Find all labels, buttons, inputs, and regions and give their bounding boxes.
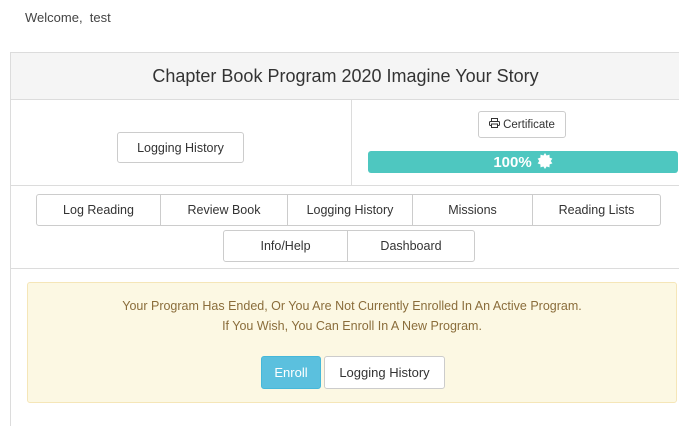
alert-line-2: If You Wish, You Can Enroll In A New Pro… [222,319,482,333]
nav-label: Review Book [187,203,261,217]
nav-dashboard[interactable]: Dashboard [347,230,475,262]
nav-reading-lists[interactable]: Reading Lists [532,194,661,226]
alert-logging-history-button[interactable]: Logging History [324,356,445,389]
certificate-badge-icon [537,152,553,172]
nav-label: Info/Help [260,239,311,253]
nav-label: Reading Lists [558,203,635,217]
welcome-text: Welcome, test [25,10,111,25]
logging-history-button[interactable]: Logging History [117,132,244,163]
nav-review-book[interactable]: Review Book [160,194,288,226]
program-panel: Chapter Book Program 2020 Imagine Your S… [10,52,679,426]
alert-logging-history-label: Logging History [339,365,430,380]
progress-bar: 100% [368,151,678,173]
program-title: Chapter Book Program 2020 Imagine Your S… [11,53,679,100]
nav-label: Missions [448,203,497,217]
nav-label: Logging History [306,203,394,217]
nav-log-reading[interactable]: Log Reading [36,194,161,226]
progress-text: 100% [493,153,532,171]
nav-logging-history[interactable]: Logging History [287,194,413,226]
program-nav: Log Reading Review Book Logging History … [11,186,679,269]
certificate-button-label: Certificate [503,118,555,131]
column-divider [351,100,352,185]
nav-missions[interactable]: Missions [412,194,533,226]
nav-info-help[interactable]: Info/Help [223,230,348,262]
logging-history-button-label: Logging History [137,140,224,155]
alert-line-1: Your Program Has Ended, Or You Are Not C… [122,299,582,313]
nav-label: Dashboard [380,239,442,253]
welcome-label: Welcome, [25,10,83,25]
program-ended-alert: Your Program Has Ended, Or You Are Not C… [27,282,677,403]
printer-icon [489,118,501,131]
certificate-button[interactable]: Certificate [478,111,566,138]
username: test [89,10,111,25]
enroll-button-label: Enroll [274,365,308,380]
program-actions-row: Logging History Certificate [11,100,679,186]
enroll-button[interactable]: Enroll [261,356,321,389]
nav-label: Log Reading [63,203,134,217]
